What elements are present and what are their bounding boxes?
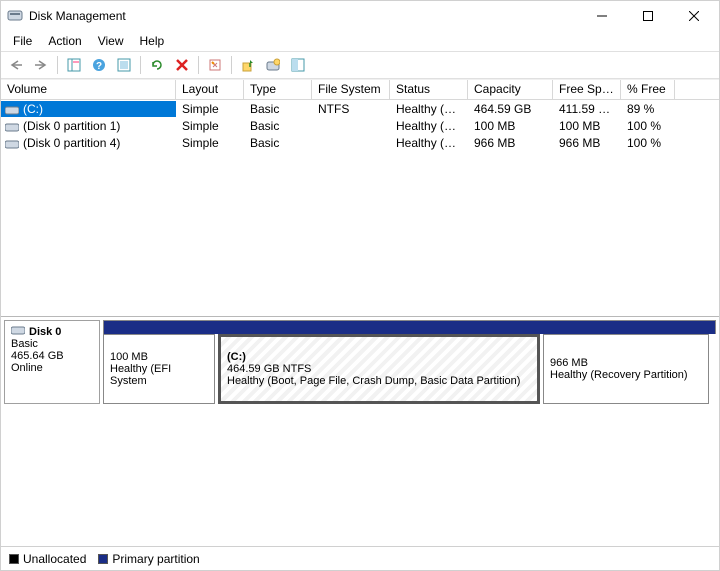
cell-pct: 100 % — [621, 135, 675, 151]
cell-free: 100 MB — [553, 118, 621, 134]
table-header: Volume Layout Type File System Status Ca… — [1, 79, 719, 100]
col-type[interactable]: Type — [244, 80, 312, 100]
disk-type: Basic — [11, 338, 93, 350]
cell-free: 411.59 GB — [553, 101, 621, 117]
cell-fs — [312, 125, 390, 127]
disk-status: Online — [11, 362, 93, 374]
swatch-primary — [98, 554, 108, 564]
disk-row[interactable]: Disk 0 Basic 465.64 GB Online 100 MBHeal… — [4, 320, 716, 404]
delete-icon[interactable] — [171, 54, 193, 76]
partition[interactable]: (C:)464.59 GB NTFSHealthy (Boot, Page Fi… — [218, 334, 540, 404]
col-filesystem[interactable]: File System — [312, 80, 390, 100]
show-hide-console-tree-icon[interactable] — [63, 54, 85, 76]
volume-icon — [5, 121, 19, 131]
volume-name: (C:) — [23, 102, 43, 116]
cell-layout: Simple — [176, 118, 244, 134]
cell-capacity: 464.59 GB — [468, 101, 553, 117]
back-button[interactable] — [5, 54, 27, 76]
volume-icon — [5, 138, 19, 148]
cell-free: 966 MB — [553, 135, 621, 151]
titlebar: Disk Management — [1, 1, 719, 31]
col-layout[interactable]: Layout — [176, 80, 244, 100]
settings-icon[interactable] — [113, 54, 135, 76]
menubar: File Action View Help — [1, 31, 719, 51]
menu-view[interactable]: View — [90, 32, 132, 50]
action-icon-1[interactable] — [237, 54, 259, 76]
cell-layout: Simple — [176, 135, 244, 151]
partition-desc: Healthy (Boot, Page File, Crash Dump, Ba… — [227, 375, 531, 387]
partition-title: (C:) — [227, 351, 531, 363]
partition-size: 464.59 GB NTFS — [227, 363, 531, 375]
volume-table: Volume Layout Type File System Status Ca… — [1, 79, 719, 317]
swatch-unallocated — [9, 554, 19, 564]
cell-status: Healthy (R... — [390, 135, 468, 151]
partition[interactable]: 966 MBHealthy (Recovery Partition) — [543, 334, 709, 404]
graphical-view: Disk 0 Basic 465.64 GB Online 100 MBHeal… — [1, 317, 719, 570]
cell-status: Healthy (E... — [390, 118, 468, 134]
cell-fs — [312, 142, 390, 144]
maximize-button[interactable] — [625, 1, 671, 31]
volume-icon — [5, 104, 19, 114]
legend-primary: Primary partition — [98, 552, 199, 566]
partition-desc: Healthy (EFI System — [110, 363, 208, 387]
toolbar: ? — [1, 51, 719, 79]
disk-icon — [11, 325, 25, 338]
cell-type: Basic — [244, 118, 312, 134]
volume-name: (Disk 0 partition 4) — [23, 136, 120, 150]
cell-pct: 89 % — [621, 101, 675, 117]
menu-action[interactable]: Action — [40, 32, 89, 50]
properties-icon[interactable] — [204, 54, 226, 76]
menu-help[interactable]: Help — [132, 32, 173, 50]
col-status[interactable]: Status — [390, 80, 468, 100]
disk-name: Disk 0 — [29, 326, 61, 338]
col-pctfree[interactable]: % Free — [621, 80, 675, 100]
cell-fs: NTFS — [312, 101, 390, 117]
col-capacity[interactable]: Capacity — [468, 80, 553, 100]
partition[interactable]: 100 MBHealthy (EFI System — [103, 334, 215, 404]
col-end — [675, 80, 719, 100]
table-row[interactable]: (Disk 0 partition 1) SimpleBasic Healthy (… — [1, 117, 719, 134]
cell-type: Basic — [244, 135, 312, 151]
action-icon-3[interactable] — [287, 54, 309, 76]
partition-size: 100 MB — [110, 351, 208, 363]
app-icon — [7, 8, 23, 24]
action-icon-2[interactable] — [262, 54, 284, 76]
partition-desc: Healthy (Recovery Partition) — [550, 369, 702, 381]
disk-header-bar — [103, 320, 716, 334]
refresh-icon[interactable] — [146, 54, 168, 76]
cell-layout: Simple — [176, 101, 244, 117]
legend-unallocated: Unallocated — [9, 552, 86, 566]
disk-label[interactable]: Disk 0 Basic 465.64 GB Online — [4, 320, 100, 404]
cell-capacity: 966 MB — [468, 135, 553, 151]
cell-status: Healthy (B... — [390, 101, 468, 117]
partition-size: 966 MB — [550, 357, 702, 369]
disk-size: 465.64 GB — [11, 350, 93, 362]
forward-button[interactable] — [30, 54, 52, 76]
cell-type: Basic — [244, 101, 312, 117]
help-icon[interactable]: ? — [88, 54, 110, 76]
cell-capacity: 100 MB — [468, 118, 553, 134]
minimize-button[interactable] — [579, 1, 625, 31]
table-row[interactable]: (C:) SimpleBasicNTFSHealthy (B...464.59 G… — [1, 100, 719, 117]
volume-name: (Disk 0 partition 1) — [23, 119, 120, 133]
table-row[interactable]: (Disk 0 partition 4) SimpleBasic Healthy (… — [1, 134, 719, 151]
col-freespace[interactable]: Free Spa... — [553, 80, 621, 100]
close-button[interactable] — [671, 1, 717, 31]
cell-pct: 100 % — [621, 118, 675, 134]
menu-file[interactable]: File — [5, 32, 40, 50]
col-volume[interactable]: Volume — [1, 80, 176, 100]
window-title: Disk Management — [29, 9, 126, 23]
legend: Unallocated Primary partition — [1, 546, 719, 570]
svg-text:?: ? — [96, 61, 102, 72]
